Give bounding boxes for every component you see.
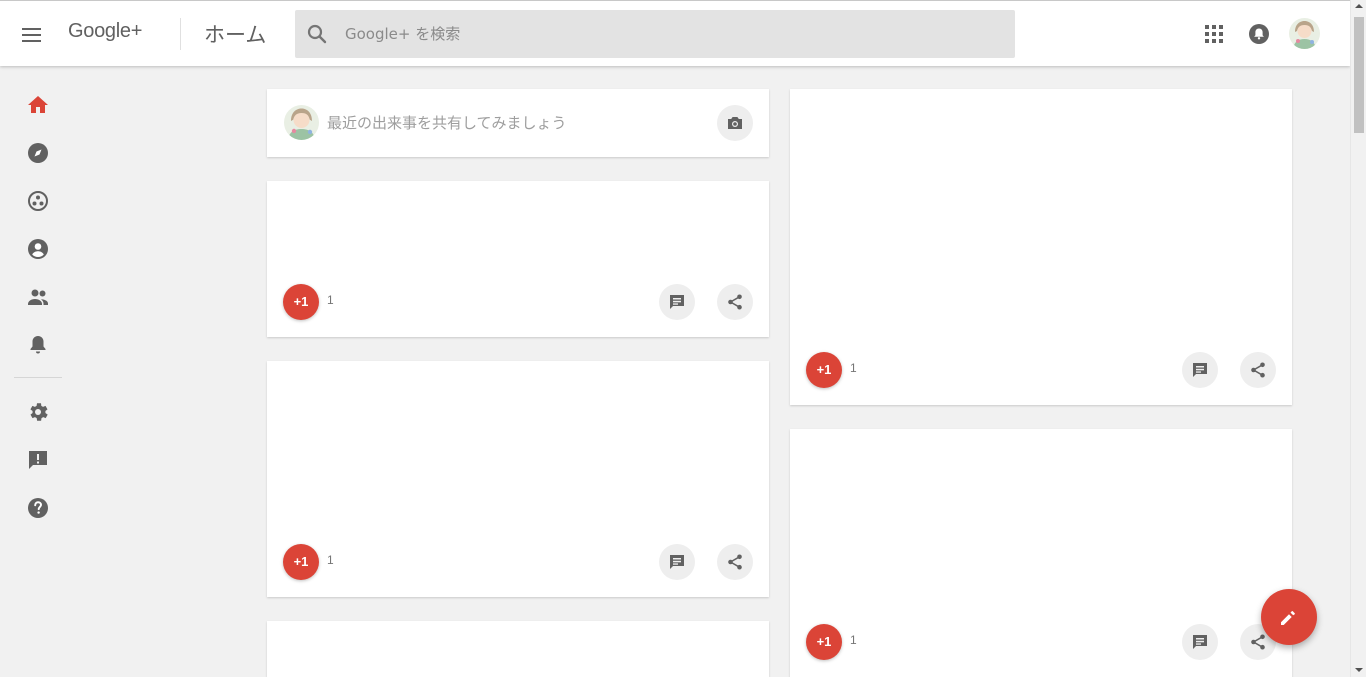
share-icon: [728, 294, 742, 310]
share-icon: [1251, 634, 1265, 650]
communities-icon[interactable]: [26, 189, 50, 213]
plus-one-count: 1: [850, 361, 857, 375]
pencil-icon: [1281, 611, 1295, 625]
plus-one-count: 1: [850, 633, 857, 647]
post-card: +1 1: [790, 429, 1292, 677]
share-button[interactable]: [717, 544, 753, 580]
comment-button[interactable]: [1182, 352, 1218, 388]
app-logo[interactable]: Google+: [68, 20, 142, 43]
plus-one-button[interactable]: +1: [806, 624, 842, 660]
post-card: +1 1: [267, 181, 769, 337]
help-icon[interactable]: [26, 496, 50, 520]
camera-icon: [728, 117, 742, 129]
profile-icon[interactable]: [26, 237, 50, 261]
post-card: [267, 621, 769, 677]
people-icon[interactable]: [26, 285, 50, 309]
scrollbar-thumb[interactable]: [1354, 17, 1364, 133]
comment-button[interactable]: [1182, 624, 1218, 660]
plus-one-button[interactable]: +1: [283, 284, 319, 320]
scroll-down-arrow-icon[interactable]: [1355, 668, 1363, 672]
post-actions: +1 1: [790, 335, 1292, 405]
search-bar[interactable]: [295, 10, 1015, 58]
header-divider: [180, 18, 181, 50]
home-icon[interactable]: [26, 93, 50, 117]
apps-grid-icon[interactable]: [1203, 23, 1225, 45]
plus-one-button[interactable]: +1: [283, 544, 319, 580]
top-app-bar: Google+ ホーム: [0, 0, 1350, 66]
compose-post-button[interactable]: [1261, 589, 1317, 645]
share-icon: [1251, 362, 1265, 378]
post-card: +1 1: [267, 361, 769, 597]
search-icon[interactable]: [305, 22, 329, 46]
scroll-up-arrow-icon[interactable]: [1355, 4, 1363, 8]
comment-button[interactable]: [659, 544, 695, 580]
account-avatar[interactable]: [1289, 18, 1320, 49]
add-photo-button[interactable]: [717, 105, 753, 141]
page-title: ホーム: [204, 23, 267, 47]
plus-one-count: 1: [327, 553, 334, 567]
post-actions: +1 1: [790, 607, 1292, 677]
user-avatar: [284, 105, 319, 140]
post-actions: +1 1: [267, 267, 769, 337]
share-button[interactable]: [1240, 352, 1276, 388]
plus-one-count: 1: [327, 293, 334, 307]
share-prompt[interactable]: 最近の出来事を共有してみましょう: [327, 112, 567, 133]
plus-one-button[interactable]: +1: [806, 352, 842, 388]
settings-icon[interactable]: [26, 400, 50, 424]
search-input[interactable]: [345, 10, 1005, 58]
post-card: +1 1: [790, 89, 1292, 405]
notifications-icon[interactable]: [26, 333, 50, 357]
compass-icon[interactable]: [26, 141, 50, 165]
share-box-card[interactable]: 最近の出来事を共有してみましょう: [267, 89, 769, 157]
share-button[interactable]: [717, 284, 753, 320]
menu-icon[interactable]: [22, 28, 41, 42]
comment-icon: [1193, 363, 1207, 377]
feedback-icon[interactable]: [26, 448, 50, 472]
comment-icon: [1193, 635, 1207, 649]
comment-icon: [670, 295, 684, 309]
page-scrollbar[interactable]: [1350, 0, 1366, 677]
post-actions: +1 1: [267, 527, 769, 597]
comment-icon: [670, 555, 684, 569]
sidebar-divider: [14, 377, 62, 378]
notifications-bell-icon[interactable]: [1248, 23, 1270, 45]
comment-button[interactable]: [659, 284, 695, 320]
share-icon: [728, 554, 742, 570]
